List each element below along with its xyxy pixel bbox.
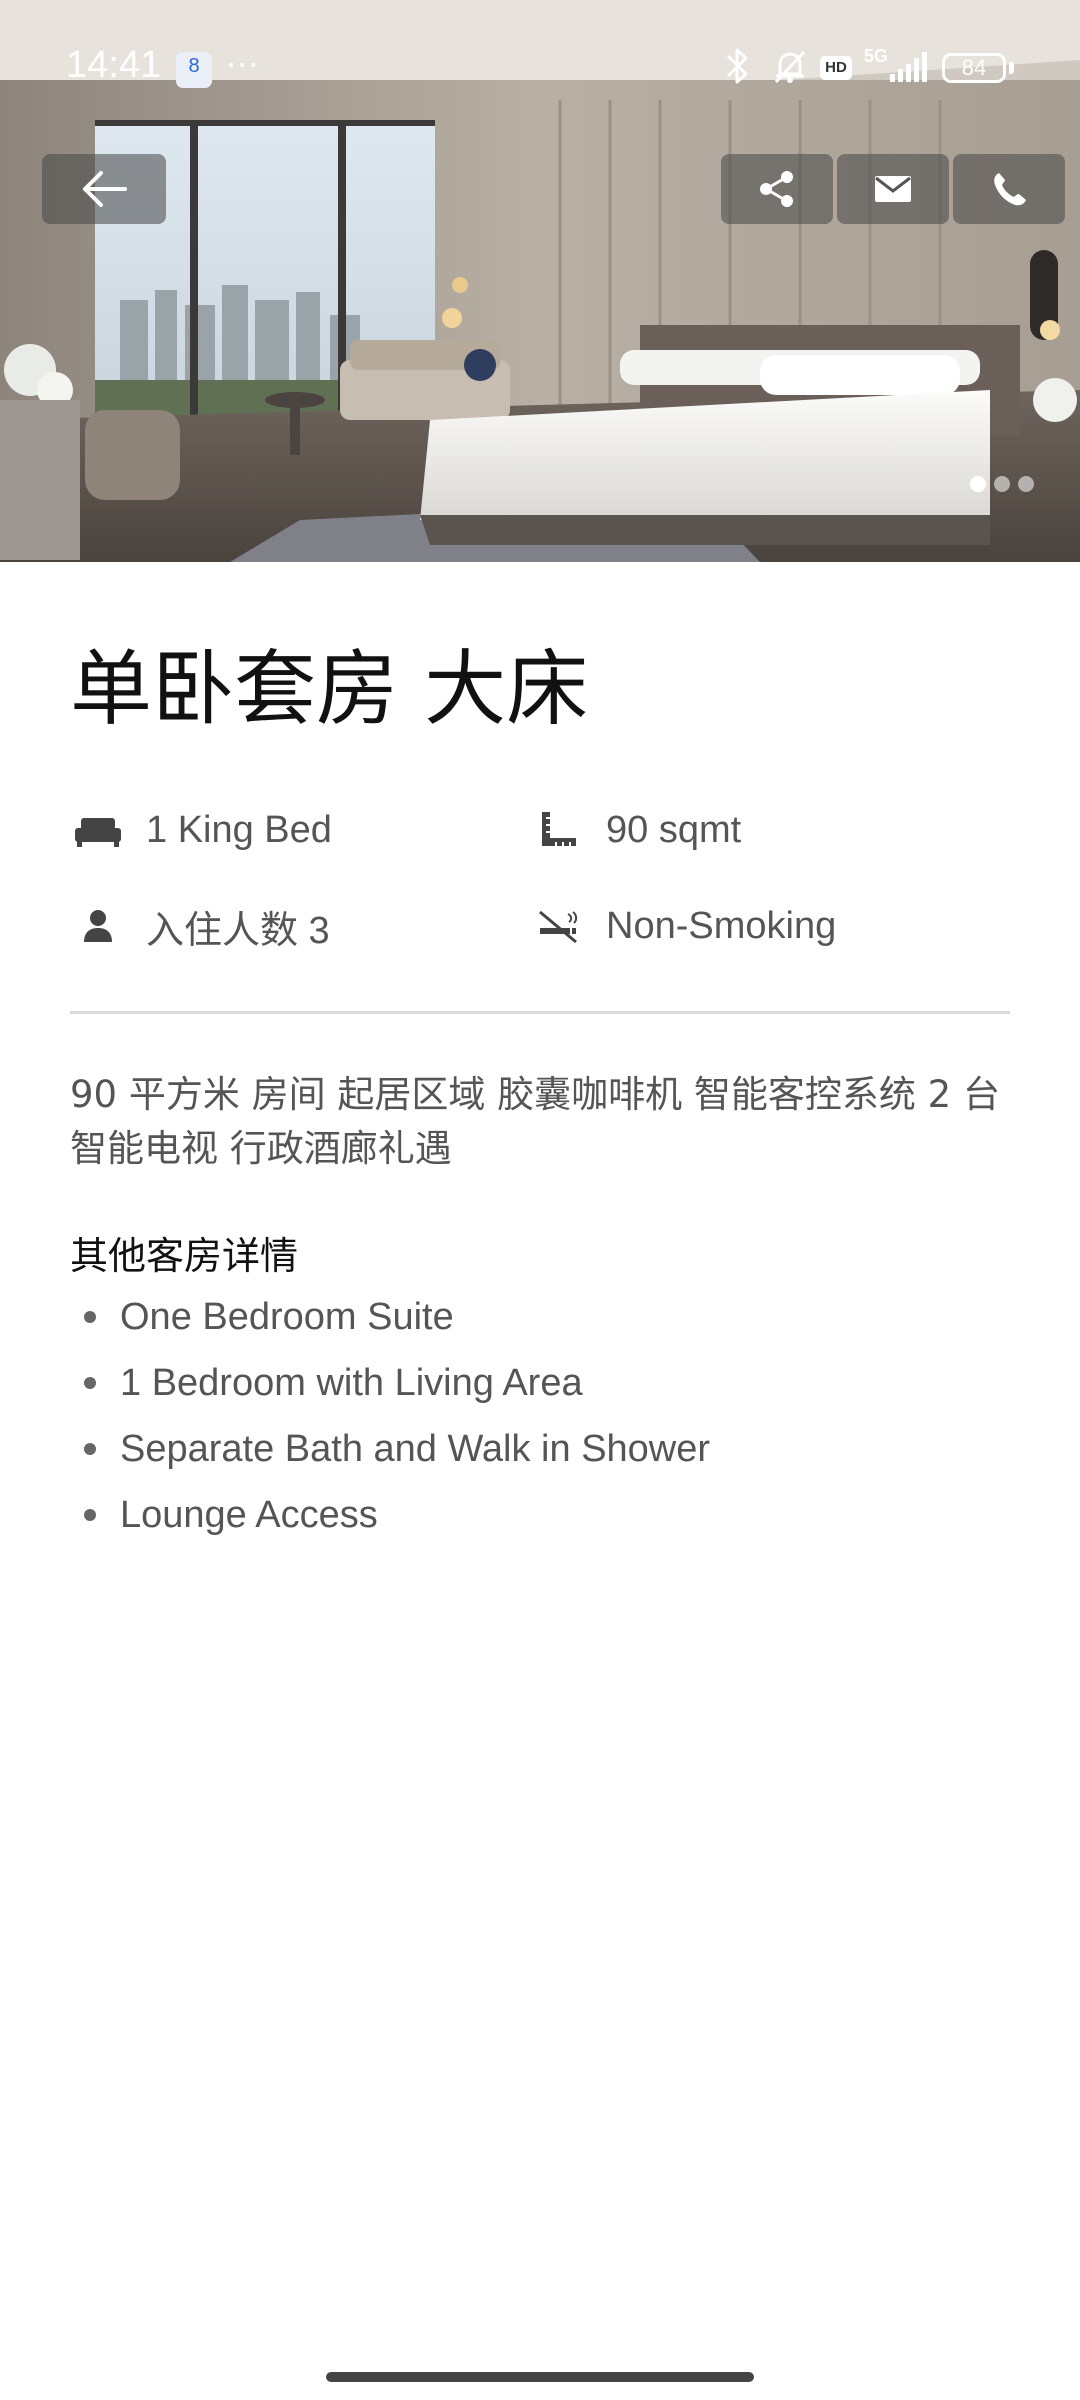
email-button[interactable]: [837, 154, 949, 224]
bullet-icon: [84, 1509, 96, 1521]
list-item-text: One Bedroom Suite: [120, 1296, 454, 1338]
status-bar: 14:41 8 ··· HD 5G 84: [0, 0, 1080, 140]
section-divider: [70, 1011, 1010, 1014]
phone-icon: [994, 173, 1026, 206]
no-smoking-icon: [539, 910, 578, 944]
person-icon: [84, 910, 112, 942]
list-item-text: 1 Bedroom with Living Area: [120, 1362, 583, 1404]
list-item: Separate Bath and Walk in Shower: [70, 1416, 1010, 1482]
details-heading: 其他客房详情: [70, 1234, 299, 1278]
back-arrow-icon: [83, 171, 127, 207]
bullet-icon: [84, 1311, 96, 1323]
room-title: 单卧套房 大床: [70, 642, 589, 737]
carousel-dot[interactable]: [994, 476, 1010, 492]
bluetooth-icon: [726, 48, 748, 84]
feature-bed-text: 1 King Bed: [146, 808, 332, 851]
room-details-list: One Bedroom Suite 1 Bedroom with Living …: [70, 1284, 1010, 1548]
call-button[interactable]: [953, 154, 1065, 224]
list-item: One Bedroom Suite: [70, 1284, 1010, 1350]
battery-tip: [1009, 62, 1014, 74]
mail-icon: [875, 176, 911, 202]
room-photo-carousel[interactable]: 14:41 8 ··· HD 5G 84: [0, 0, 1080, 562]
bullet-icon: [84, 1377, 96, 1389]
list-item: 1 Bedroom with Living Area: [70, 1350, 1010, 1416]
feature-smoking: Non-Smoking: [530, 896, 836, 956]
feature-bed: 1 King Bed: [70, 800, 332, 860]
carousel-indicator[interactable]: [970, 476, 1034, 492]
feature-smoking-text: Non-Smoking: [606, 904, 837, 947]
battery-icon: 84: [942, 53, 1006, 83]
calendar-notification-icon: 8: [176, 52, 212, 88]
status-time: 14:41: [66, 44, 162, 86]
bullet-icon: [84, 1443, 96, 1455]
home-indicator[interactable]: [326, 2372, 754, 2382]
carousel-dot[interactable]: [1018, 476, 1034, 492]
list-item-text: Lounge Access: [120, 1494, 378, 1536]
share-button[interactable]: [721, 154, 833, 224]
feature-size: 90 sqmt: [530, 800, 741, 860]
list-item-text: Separate Bath and Walk in Shower: [120, 1428, 711, 1470]
room-description: 90 平方米 房间 起居区域 胶囊咖啡机 智能客控系统 2 台智能电视 行政酒廊…: [70, 1073, 1000, 1170]
ruler-icon: [542, 812, 576, 846]
feature-occupancy-text: 入住人数 3: [146, 909, 330, 952]
signal-5g-icon: [890, 52, 927, 82]
more-notifications-icon: ···: [226, 46, 260, 84]
carousel-dot[interactable]: [970, 476, 986, 492]
feature-occupancy: 入住人数 3: [70, 896, 330, 956]
hd-icon: HD: [820, 56, 852, 80]
mute-bell-icon: [774, 50, 806, 84]
back-button[interactable]: [42, 154, 166, 224]
list-item: Lounge Access: [70, 1482, 1010, 1548]
share-icon: [760, 171, 793, 207]
feature-size-text: 90 sqmt: [606, 808, 742, 851]
bed-icon: [75, 818, 121, 847]
